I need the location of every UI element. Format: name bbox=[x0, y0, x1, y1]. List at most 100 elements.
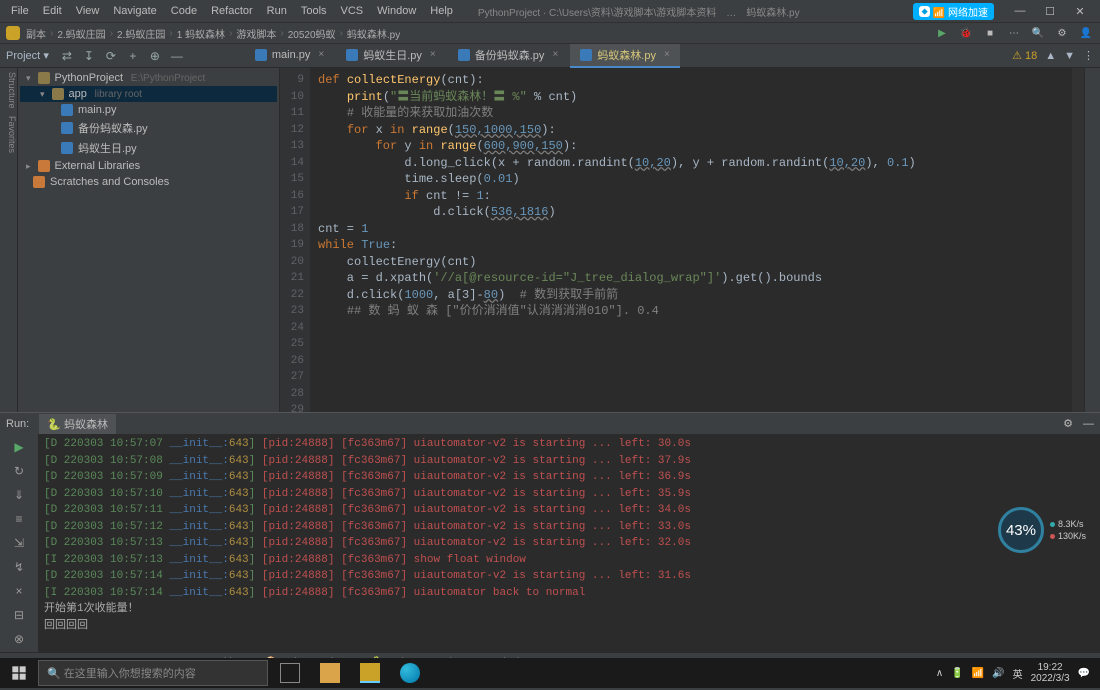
navigation-bar: 副本›2.蚂蚁庄园›2.蚂蚁庄园›1 蚂蚁森林›游戏脚本›20520蚂蚁›蚂蚁森… bbox=[0, 22, 1100, 44]
tree-row[interactable]: 蚂蚁生日.py bbox=[20, 138, 277, 158]
inspection-badge[interactable]: ⚠ 18 bbox=[1012, 49, 1037, 62]
run-gutter-icon[interactable]: ↯ bbox=[10, 558, 28, 576]
run-gutter-icon[interactable]: × bbox=[10, 582, 28, 600]
breadcrumb-item[interactable]: 2.蚂蚁庄园 bbox=[57, 26, 105, 41]
pycharm-task-icon[interactable] bbox=[352, 659, 388, 687]
run-gutter-icon[interactable]: ⊗ bbox=[10, 630, 28, 648]
file-icon bbox=[580, 49, 592, 61]
run-gutter: ▶ ↻ ⇓ ≡ ⇲ ↯ × ⊟ ⊗ bbox=[0, 434, 38, 652]
left-stripe[interactable]: Structure Favorites bbox=[0, 68, 18, 412]
cloud-label: 📶 网络加速 bbox=[933, 4, 988, 19]
menu-navigate[interactable]: Navigate bbox=[108, 3, 161, 19]
menu-vcs[interactable]: VCS bbox=[336, 3, 369, 19]
tree-row[interactable]: ▾app library root bbox=[20, 86, 277, 102]
tray-wifi-icon[interactable]: 📶 bbox=[972, 668, 984, 679]
prev-highlight-icon[interactable]: ▲ bbox=[1045, 50, 1056, 62]
tree-row[interactable]: ▸External Libraries bbox=[20, 158, 277, 174]
file-icon bbox=[458, 49, 470, 61]
next-highlight-icon[interactable]: ▼ bbox=[1064, 50, 1075, 62]
minimap[interactable] bbox=[1072, 68, 1084, 412]
menu-tools[interactable]: Tools bbox=[296, 3, 332, 19]
tree-row[interactable]: Scratches and Consoles bbox=[20, 174, 277, 190]
tree-row[interactable]: main.py bbox=[20, 102, 277, 118]
start-button[interactable] bbox=[4, 658, 34, 688]
stop-button[interactable]: ■ bbox=[982, 25, 998, 41]
breadcrumb-item[interactable]: 蚂蚁森林.py bbox=[347, 26, 400, 41]
toolbar-icon[interactable]: + bbox=[125, 48, 141, 64]
console-output[interactable]: [D 220303 10:57:07 __init__:643] [pid:24… bbox=[38, 434, 1100, 652]
run-settings-icon[interactable]: ⚙ bbox=[1063, 417, 1073, 430]
editor-tab[interactable]: 蚂蚁森林.py× bbox=[570, 44, 680, 68]
notification-icon[interactable]: 💬 bbox=[1078, 668, 1090, 679]
run-tool-window: Run: 🐍 蚂蚁森林 ⚙ — ▶↻⇓≡⇲↯×⊟⊗ [D 220303 10:5… bbox=[0, 412, 1100, 652]
system-tray[interactable]: ∧ 🔋 📶 🔊 英 19:222022/3/3 💬 bbox=[936, 662, 1096, 684]
menu-help[interactable]: Help bbox=[425, 3, 458, 19]
project-tool-label[interactable]: Project ▾ bbox=[6, 49, 49, 62]
menu-edit[interactable]: Edit bbox=[38, 3, 67, 19]
menu-window[interactable]: Window bbox=[372, 3, 421, 19]
tray-battery-icon[interactable]: 🔋 bbox=[951, 668, 963, 679]
editor-gutter: 9 10 11 12 13 14 15 16 17 18 19 20 21 22… bbox=[280, 68, 310, 412]
more-button[interactable]: ⋯ bbox=[1006, 25, 1022, 41]
breadcrumb-item[interactable]: 副本 bbox=[26, 26, 46, 41]
menu-code[interactable]: Code bbox=[166, 3, 202, 19]
toolbar-icon[interactable]: ⟳ bbox=[103, 48, 119, 64]
edge-icon[interactable] bbox=[392, 659, 428, 687]
tray-clock[interactable]: 19:222022/3/3 bbox=[1031, 662, 1070, 684]
menu-file[interactable]: File bbox=[6, 3, 34, 19]
tree-row[interactable]: 备份蚂蚁森.py bbox=[20, 118, 277, 138]
run-gutter-icon[interactable]: ≡ bbox=[10, 510, 28, 528]
avatar-icon[interactable]: 👤 bbox=[1078, 25, 1094, 41]
close-tab-icon[interactable]: × bbox=[318, 49, 324, 60]
run-gutter-icon[interactable]: ↻ bbox=[10, 462, 28, 480]
main-menu: FileEditViewNavigate CodeRefactorRunTools… bbox=[6, 3, 458, 19]
taskbar-search[interactable]: 🔍 在这里输入你想搜索的内容 bbox=[38, 660, 268, 686]
breadcrumb-item[interactable]: 20520蚂蚁 bbox=[288, 26, 336, 41]
file-icon bbox=[346, 49, 358, 61]
maximize-button[interactable]: ☐ bbox=[1036, 2, 1064, 20]
menu-view[interactable]: View bbox=[71, 3, 105, 19]
breadcrumb-item[interactable]: 1 蚂蚁森林 bbox=[177, 26, 225, 41]
breadcrumb-item[interactable]: 游戏脚本 bbox=[236, 26, 276, 41]
tray-ime-icon[interactable]: 英 bbox=[1013, 666, 1023, 681]
run-gutter-icon[interactable]: ⇲ bbox=[10, 534, 28, 552]
windows-taskbar: 🔍 在这里输入你想搜索的内容 ∧ 🔋 📶 🔊 英 19:222022/3/3 💬 bbox=[0, 658, 1100, 688]
editor-tab[interactable]: 备份蚂蚁森.py× bbox=[448, 44, 569, 68]
run-button[interactable]: ▶ bbox=[934, 25, 950, 41]
run-gutter-icon[interactable]: ⇓ bbox=[10, 486, 28, 504]
run-gutter-icon[interactable]: ▶ bbox=[10, 438, 28, 456]
toolbar-icon[interactable]: ⊕ bbox=[147, 48, 163, 64]
run-hide-icon[interactable]: — bbox=[1083, 418, 1094, 430]
search-everywhere-button[interactable]: 🔍 bbox=[1030, 25, 1046, 41]
speed-up: 8.3K/s bbox=[1058, 518, 1084, 530]
tab-menu-icon[interactable]: ⋮ bbox=[1083, 49, 1094, 62]
tray-sound-icon[interactable]: 🔊 bbox=[992, 668, 1004, 679]
file-icon bbox=[38, 160, 50, 172]
right-stripe[interactable] bbox=[1084, 68, 1100, 412]
run-config-tab[interactable]: 🐍 蚂蚁森林 bbox=[39, 414, 116, 434]
close-button[interactable]: ✕ bbox=[1066, 2, 1094, 20]
editor-tab[interactable]: 蚂蚁生日.py× bbox=[336, 44, 446, 68]
close-tab-icon[interactable]: × bbox=[430, 49, 436, 60]
editor[interactable]: 9 10 11 12 13 14 15 16 17 18 19 20 21 22… bbox=[280, 68, 1084, 412]
toolbar-icon[interactable]: ⇄ bbox=[59, 48, 75, 64]
debug-button[interactable]: 🐞 bbox=[958, 25, 974, 41]
close-tab-icon[interactable]: × bbox=[664, 49, 670, 60]
toolbar-icon[interactable]: — bbox=[169, 48, 185, 64]
close-tab-icon[interactable]: × bbox=[552, 49, 558, 60]
toolbar-icon[interactable]: ↧ bbox=[81, 48, 97, 64]
file-icon bbox=[61, 104, 73, 116]
menu-run[interactable]: Run bbox=[262, 3, 292, 19]
explorer-icon[interactable] bbox=[312, 659, 348, 687]
task-view-icon[interactable] bbox=[272, 659, 308, 687]
run-gutter-icon[interactable]: ⊟ bbox=[10, 606, 28, 624]
settings-button[interactable]: ⚙ bbox=[1054, 25, 1070, 41]
cloud-accel-badge[interactable]: ⬥ 📶 网络加速 bbox=[913, 3, 994, 20]
breadcrumb-item[interactable]: 2.蚂蚁庄园 bbox=[117, 26, 165, 41]
tray-chevron-icon[interactable]: ∧ bbox=[936, 668, 943, 679]
tree-row[interactable]: ▾PythonProject E:\PythonProject bbox=[20, 70, 277, 86]
code-area[interactable]: def collectEnergy(cnt): print("〓当前蚂蚁森林！〓… bbox=[310, 68, 1072, 412]
editor-tab[interactable]: main.py× bbox=[245, 44, 334, 68]
menu-refactor[interactable]: Refactor bbox=[206, 3, 258, 19]
minimize-button[interactable]: — bbox=[1006, 2, 1034, 20]
